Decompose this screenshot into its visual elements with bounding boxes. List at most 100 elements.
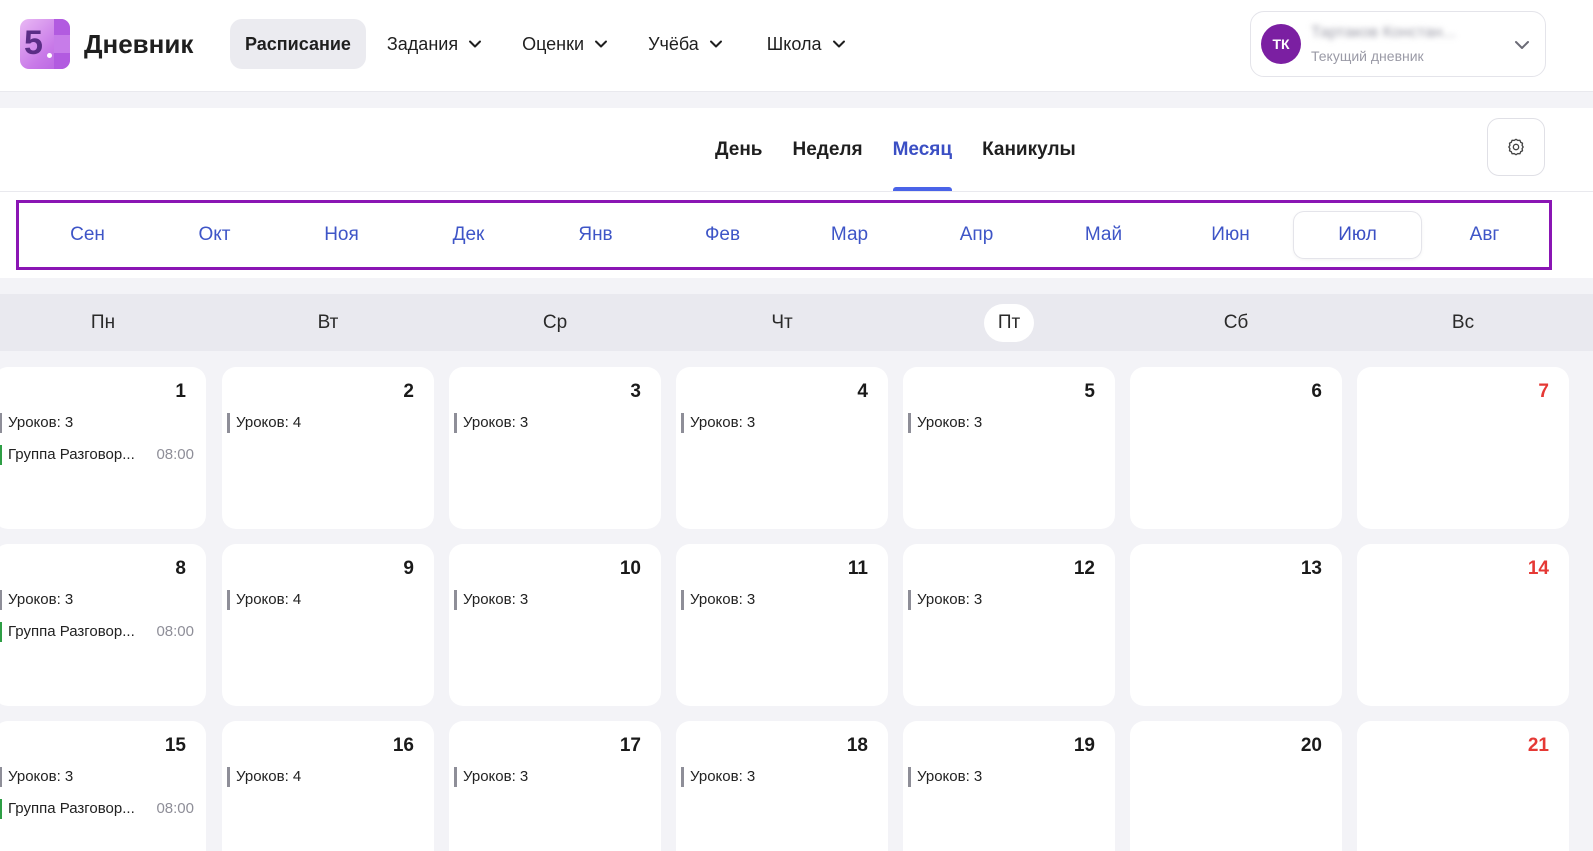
settings-button[interactable]: [1487, 118, 1545, 176]
lessons-count[interactable]: Уроков: 3: [0, 767, 73, 787]
nav-item-schedule[interactable]: Расписание: [230, 19, 366, 69]
weekday-sun: Вс: [1357, 294, 1569, 351]
day-cell[interactable]: 8 Уроков: 3 Группа Разговор... 08:00: [0, 544, 206, 706]
weekday-tue: Вт: [222, 294, 434, 351]
weekday-wed: Ср: [449, 294, 661, 351]
tabs-divider: [0, 191, 1593, 192]
lessons-count[interactable]: Уроков: 3: [908, 590, 982, 610]
nav-item-study[interactable]: Учёба: [633, 19, 738, 69]
chevron-down-icon: [1515, 41, 1529, 49]
day-cell[interactable]: 9 Уроков: 4: [222, 544, 434, 706]
lessons-count[interactable]: Уроков: 3: [681, 413, 755, 433]
month-jul[interactable]: Июл: [1294, 212, 1421, 258]
day-cell[interactable]: 14: [1357, 544, 1569, 706]
day-cell[interactable]: 13: [1130, 544, 1342, 706]
event-item[interactable]: Группа Разговор... 08:00: [0, 622, 194, 642]
day-number: 8: [175, 558, 186, 579]
lessons-count[interactable]: Уроков: 3: [454, 590, 528, 610]
day-cell[interactable]: 18 Уроков: 3: [676, 721, 888, 851]
day-cell[interactable]: 10 Уроков: 3: [449, 544, 661, 706]
lessons-count[interactable]: Уроков: 3: [454, 413, 528, 433]
day-cell[interactable]: 21: [1357, 721, 1569, 851]
weekday-thu: Чт: [676, 294, 888, 351]
lessons-count[interactable]: Уроков: 3: [681, 590, 755, 610]
month-nov[interactable]: Ноя: [278, 212, 405, 258]
nav-item-label: Оценки: [522, 33, 585, 54]
tab-week[interactable]: Неделя: [793, 108, 863, 191]
month-jan[interactable]: Янв: [532, 212, 659, 258]
day-number: 7: [1538, 381, 1549, 402]
day-cell[interactable]: 16 Уроков: 4: [222, 721, 434, 851]
month-sep[interactable]: Сен: [24, 212, 151, 258]
nav-item-label: Учёба: [648, 33, 699, 54]
day-number: 18: [846, 735, 868, 756]
lessons-count[interactable]: Уроков: 3: [908, 767, 982, 787]
day-number: 19: [1073, 735, 1095, 756]
lessons-count[interactable]: Уроков: 3: [454, 767, 528, 787]
lessons-count[interactable]: Уроков: 4: [227, 767, 301, 787]
lessons-count[interactable]: Уроков: 3: [681, 767, 755, 787]
day-cell[interactable]: 15 Уроков: 3 Группа Разговор... 08:00: [0, 721, 206, 851]
avatar: ТК: [1261, 24, 1301, 64]
event-time: 08:00: [156, 623, 194, 640]
weekday-mon: Пн: [0, 294, 206, 351]
event-item[interactable]: Группа Разговор... 08:00: [0, 799, 194, 819]
nav-item-grades[interactable]: Оценки: [507, 19, 623, 69]
weekday-header: Пн Вт Ср Чт Пт Сб Вс: [0, 294, 1593, 351]
month-apr[interactable]: Апр: [913, 212, 1040, 258]
lessons-count[interactable]: Уроков: 3: [908, 413, 982, 433]
logo-dot: [47, 53, 52, 58]
lessons-count[interactable]: Уроков: 4: [227, 590, 301, 610]
tab-day[interactable]: День: [715, 108, 763, 191]
day-number: 21: [1527, 735, 1549, 756]
event-item[interactable]: Группа Разговор... 08:00: [0, 445, 194, 465]
month-aug[interactable]: Авг: [1421, 212, 1548, 258]
nav-item-label: Расписание: [245, 33, 351, 54]
day-cell[interactable]: 5 Уроков: 3: [903, 367, 1115, 529]
day-cell[interactable]: 17 Уроков: 3: [449, 721, 661, 851]
day-number: 3: [630, 381, 641, 402]
tab-holidays[interactable]: Каникулы: [982, 108, 1076, 191]
day-number: 20: [1300, 735, 1322, 756]
month-dec[interactable]: Дек: [405, 212, 532, 258]
app-logo[interactable]: 5: [20, 19, 70, 69]
day-cell[interactable]: 11 Уроков: 3: [676, 544, 888, 706]
day-cell[interactable]: 2 Уроков: 4: [222, 367, 434, 529]
user-subtitle: Текущий дневник: [1311, 48, 1424, 64]
day-cell[interactable]: 20: [1130, 721, 1342, 851]
day-cell[interactable]: 1 Уроков: 3 Группа Разговор... 08:00: [0, 367, 206, 529]
day-number: 4: [857, 381, 868, 402]
brand-title[interactable]: Дневник: [84, 27, 193, 61]
view-tabs: День Неделя Месяц Каникулы: [700, 108, 1106, 191]
weekday-label: Пт: [983, 303, 1035, 342]
month-mar[interactable]: Мар: [786, 212, 913, 258]
weekday-label: Вс: [1451, 311, 1475, 333]
day-number: 14: [1527, 558, 1549, 579]
weekday-label: Чт: [771, 311, 793, 333]
day-cell[interactable]: 19 Уроков: 3: [903, 721, 1115, 851]
lessons-count[interactable]: Уроков: 3: [0, 590, 73, 610]
day-number: 15: [164, 735, 186, 756]
user-switcher[interactable]: ТК Тартаков Констан... Текущий дневник: [1250, 11, 1546, 77]
lessons-count[interactable]: Уроков: 4: [227, 413, 301, 433]
user-name: Тартаков Констан...: [1311, 24, 1456, 41]
month-oct[interactable]: Окт: [151, 212, 278, 258]
month-feb[interactable]: Фев: [659, 212, 786, 258]
month-may[interactable]: Май: [1040, 212, 1167, 258]
nav-item-school[interactable]: Школа: [752, 19, 861, 69]
day-cell[interactable]: 3 Уроков: 3: [449, 367, 661, 529]
schedule-controls: День Неделя Месяц Каникулы Сен Окт Ноя Д…: [0, 108, 1593, 278]
day-cell[interactable]: 12 Уроков: 3: [903, 544, 1115, 706]
chevron-down-icon: [709, 40, 722, 48]
day-cell[interactable]: 4 Уроков: 3: [676, 367, 888, 529]
month-jun[interactable]: Июн: [1167, 212, 1294, 258]
chevron-down-icon: [469, 40, 482, 48]
day-number: 1: [175, 381, 186, 402]
nav-item-assignments[interactable]: Задания: [372, 19, 497, 69]
day-cell[interactable]: 6: [1130, 367, 1342, 529]
lessons-count[interactable]: Уроков: 3: [0, 413, 73, 433]
day-cell[interactable]: 7: [1357, 367, 1569, 529]
weekday-sat: Сб: [1130, 294, 1342, 351]
day-number: 17: [619, 735, 641, 756]
tab-month[interactable]: Месяц: [892, 108, 953, 191]
